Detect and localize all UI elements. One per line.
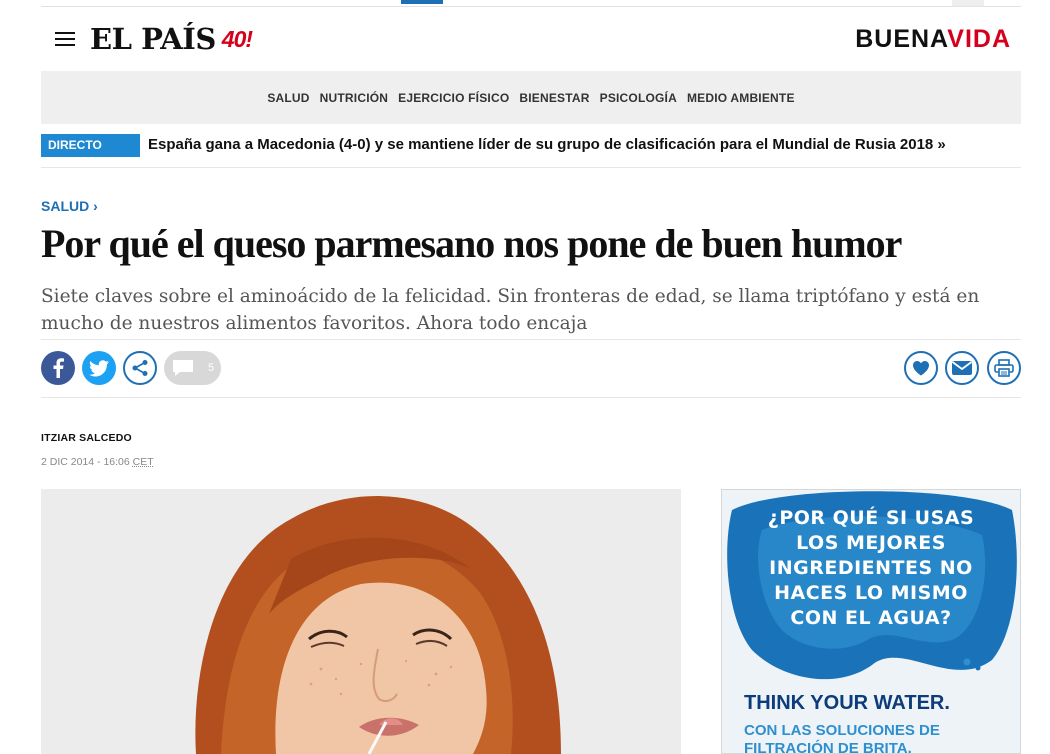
brand-part-2: VIDA — [947, 24, 1011, 53]
print-button[interactable] — [987, 351, 1021, 385]
brand-part-1: BUENA — [855, 24, 948, 53]
facebook-share-button[interactable] — [41, 351, 75, 385]
share-icon — [132, 360, 148, 376]
publish-date-text: 2 DIC 2014 - 16:06 — [41, 456, 130, 468]
site-header: EL PAÍS 40! BUENAVIDA — [41, 7, 1021, 71]
heart-icon — [913, 361, 929, 376]
ad-tagline: THINK YOUR WATER. — [744, 692, 950, 714]
author-name[interactable]: ITZIAR SALCEDO — [41, 432, 132, 444]
ad-headline-line: CON EL AGUA? — [790, 607, 952, 629]
buenavida-brand[interactable]: BUENAVIDA — [855, 25, 1011, 54]
section-breadcrumb[interactable]: SALUD › — [41, 198, 98, 214]
ticker-headline-link[interactable]: España gana a Macedonia (4-0) y se manti… — [148, 134, 946, 156]
woman-tasting-photo — [41, 489, 681, 754]
comment-count: 5 — [208, 362, 215, 374]
brita-advertisement[interactable]: ¿POR QUÉ SI USAS LOS MEJORES INGREDIENTE… — [721, 489, 1021, 754]
nav-item-bienestar[interactable]: BIENESTAR — [519, 91, 589, 105]
section-nav: SALUD NUTRICIÓN EJERCICIO FÍSICO BIENEST… — [41, 71, 1021, 124]
twitter-share-button[interactable] — [82, 351, 116, 385]
twitter-icon — [89, 359, 109, 376]
el-pais-logo[interactable]: EL PAÍS 40! — [90, 22, 253, 56]
top-accent-bar — [401, 0, 443, 4]
article-photo[interactable] — [41, 489, 681, 754]
ad-subtext-line: FILTRACIÓN DE BRITA. — [744, 740, 912, 754]
ad-headline-line: INGREDIENTES NO — [769, 557, 973, 579]
share-button[interactable] — [123, 351, 157, 385]
timezone: CET — [132, 456, 154, 468]
nav-item-salud[interactable]: SALUD — [267, 91, 309, 105]
comment-bubble-icon — [173, 360, 193, 376]
article-headline: Por qué el queso parmesano nos pone de b… — [41, 221, 902, 266]
ad-headline-line: LOS MEJORES — [796, 532, 946, 554]
favorite-button[interactable] — [904, 351, 938, 385]
ad-subtext-line: CON LAS SOLUCIONES DE — [744, 722, 940, 739]
ad-headline: ¿POR QUÉ SI USAS LOS MEJORES INGREDIENTE… — [722, 506, 1020, 631]
live-ticker: DIRECTO España gana a Macedonia (4-0) y … — [41, 134, 1021, 168]
printer-icon — [994, 359, 1014, 377]
nav-item-medio-ambiente[interactable]: MEDIO AMBIENTE — [687, 91, 795, 105]
logo-anniversary-badge: 40! — [221, 25, 253, 52]
nav-item-nutricion[interactable]: NUTRICIÓN — [320, 91, 388, 105]
nav-item-psicologia[interactable]: PSICOLOGÍA — [600, 91, 677, 105]
article-subtitle: Siete claves sobre el aminoácido de la f… — [41, 286, 980, 334]
share-bar: 5 — [41, 339, 1021, 398]
publish-date: 2 DIC 2014 - 16:06 CET — [41, 456, 154, 468]
nav-item-ejercicio[interactable]: EJERCICIO FÍSICO — [398, 91, 509, 105]
ticker-tag[interactable]: DIRECTO — [41, 134, 140, 157]
envelope-icon — [951, 361, 973, 375]
ad-headline-line: HACES LO MISMO — [774, 582, 968, 604]
ad-headline-line: ¿POR QUÉ SI USAS — [767, 507, 975, 529]
facebook-icon — [53, 358, 64, 378]
ad-subtext: CON LAS SOLUCIONES DE FILTRACIÓN DE BRIT… — [744, 722, 940, 754]
logo-text: EL PAÍS — [90, 22, 216, 56]
email-share-button[interactable] — [945, 351, 979, 385]
menu-icon[interactable] — [55, 32, 75, 46]
comments-button[interactable]: 5 — [164, 351, 221, 385]
